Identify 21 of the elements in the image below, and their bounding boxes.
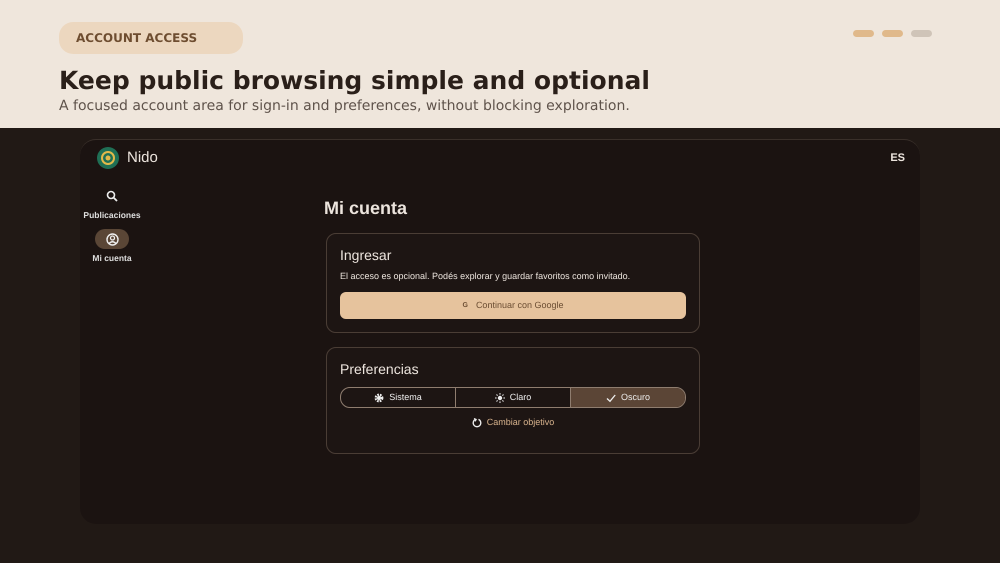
app-name: Nido [127,148,158,168]
check-icon [606,392,616,403]
gear-icon [374,392,384,403]
search-icon [106,190,118,202]
theme-option[interactable]: Oscuro [570,388,685,408]
page-subtitle: A focused account area for sign-in and preferences, without blocking exploration. [59,97,631,116]
nav-item[interactable]: Mi cuenta [80,229,144,265]
refresh-icon [472,418,482,428]
card-text: El acceso es opcional. Podés explorar y guardar favoritos como invitado. [340,270,632,283]
account-icon [106,232,118,246]
section-tag: ACCOUNT ACCESS [59,22,243,54]
language-button[interactable]: ES [890,150,905,166]
theme-option[interactable]: Sistema [341,388,455,408]
card-title: Ingresar [340,247,392,264]
card-title: Preferencias [340,361,420,378]
sun-icon [494,392,505,403]
section-title: Mi cuenta [324,198,408,220]
page-heading: Keep public browsing simple and optional [59,66,651,96]
logo-icon [97,147,119,170]
change-goal-link[interactable]: Cambiar objetivo [472,416,554,430]
nav-item[interactable]: Publicaciones [80,186,144,222]
